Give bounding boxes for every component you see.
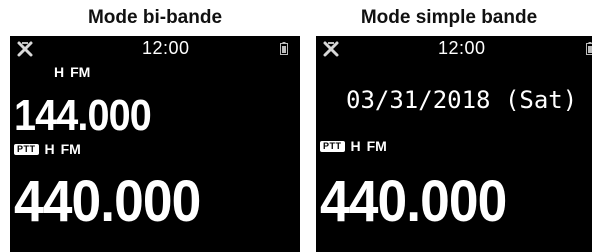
band-b-frequency: 440.000 [14, 169, 201, 234]
ptt-badge: PTT [320, 140, 345, 152]
battery-icon [586, 42, 592, 55]
band-mode-line: PTT H FM [320, 138, 387, 154]
band-b-mode-line: PTT H FM [14, 141, 81, 157]
power-level: H [350, 138, 361, 154]
band-frequency: 440.000 [320, 169, 507, 234]
ptt-badge: PTT [14, 143, 39, 155]
status-bar: 12:00 [10, 36, 300, 60]
antenna-icon [17, 41, 33, 57]
panel-title-dual-band: Mode bi-bande [87, 7, 223, 28]
date-display: 03/31/2018 (Sat) [346, 86, 578, 114]
modulation-mode: FM [366, 138, 387, 154]
panel-title-single-band: Mode simple bande [360, 7, 538, 28]
power-level: H [44, 141, 55, 157]
battery-icon [280, 42, 288, 55]
clock: 12:00 [438, 38, 486, 58]
clock: 12:00 [142, 38, 190, 58]
band-a-mode-line: H FM [54, 64, 90, 80]
single-band-screen: 12:00 03/31/2018 (Sat) PTT H FM 440.000 [316, 36, 592, 252]
band-a-frequency: 144.000 [14, 91, 152, 140]
status-bar: 12:00 [316, 36, 592, 60]
antenna-icon [323, 41, 339, 57]
power-level: H [54, 64, 65, 80]
modulation-mode: FM [60, 141, 81, 157]
modulation-mode: FM [70, 64, 91, 80]
dual-band-screen: 12:00 H FM 144.000 PTT H FM 440.000 [10, 36, 300, 252]
